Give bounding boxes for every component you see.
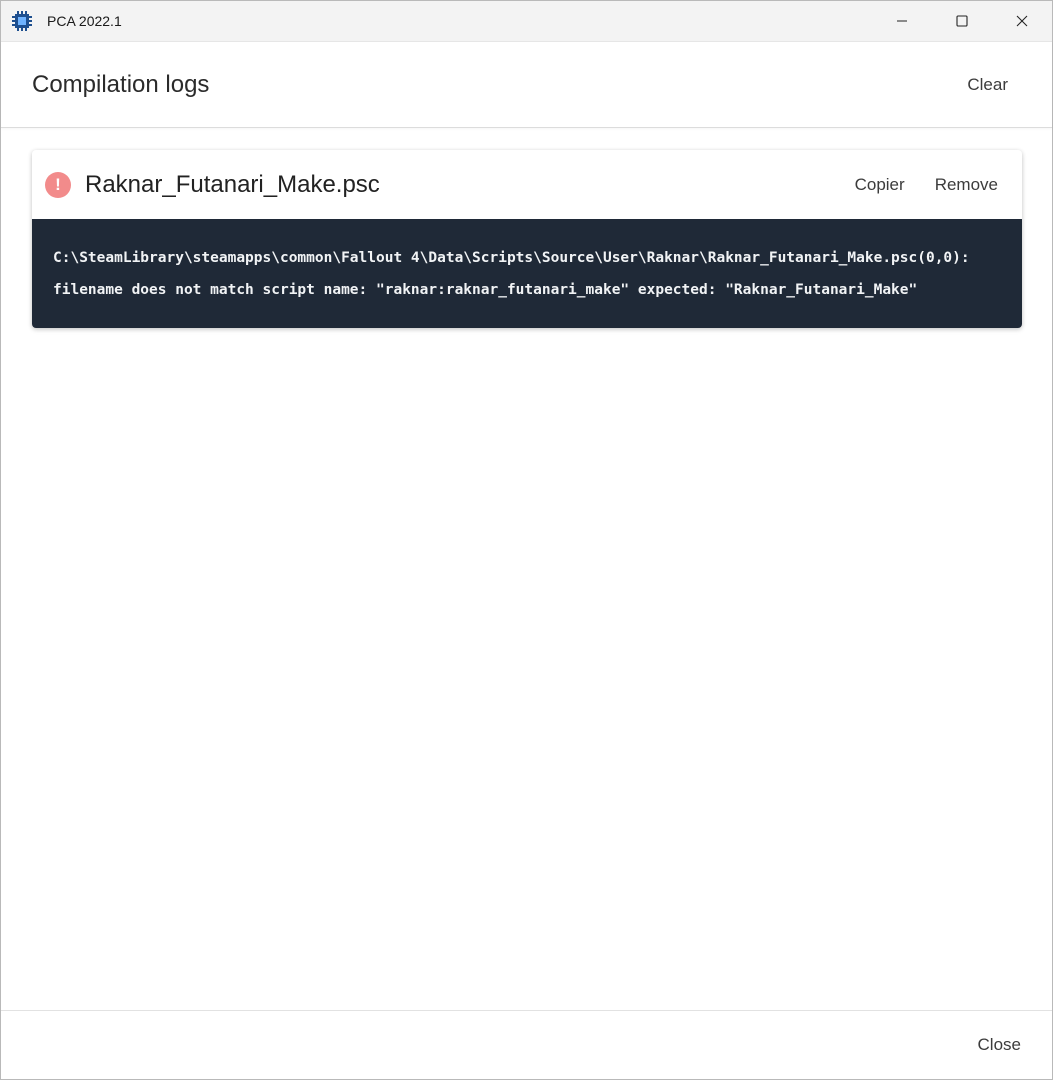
app-window: PCA 2022.1 Compilation logs Clear ! Rakn… [0, 0, 1053, 1080]
close-window-button[interactable] [992, 1, 1052, 42]
error-icon: ! [45, 171, 71, 198]
clear-button[interactable]: Clear [963, 69, 1012, 101]
logs-list: ! Raknar_Futanari_Make.psc Copier Remove… [1, 128, 1052, 1009]
window-title: PCA 2022.1 [47, 13, 122, 29]
maximize-icon [956, 15, 968, 27]
title-bar[interactable]: PCA 2022.1 [1, 1, 1052, 42]
log-message: C:\SteamLibrary\steamapps\common\Fallout… [53, 250, 979, 298]
log-filename: Raknar_Futanari_Make.psc [85, 170, 380, 198]
remove-button[interactable]: Remove [931, 169, 1002, 201]
log-output: C:\SteamLibrary\steamapps\common\Fallout… [32, 219, 1022, 328]
close-icon [1016, 15, 1028, 27]
log-card-header: ! Raknar_Futanari_Make.psc Copier Remove [32, 150, 1022, 219]
log-card-actions: Copier Remove [851, 169, 1002, 201]
minimize-icon [897, 20, 907, 22]
copy-button[interactable]: Copier [851, 169, 909, 201]
close-button[interactable]: Close [974, 1029, 1025, 1061]
log-card: ! Raknar_Futanari_Make.psc Copier Remove… [32, 150, 1022, 328]
page-title: Compilation logs [32, 70, 210, 98]
dialog-footer: Close [1, 1010, 1052, 1079]
minimize-button[interactable] [872, 1, 932, 42]
dialog-header: Compilation logs Clear [1, 42, 1052, 128]
app-chip-icon [11, 10, 33, 32]
maximize-button[interactable] [932, 1, 992, 42]
